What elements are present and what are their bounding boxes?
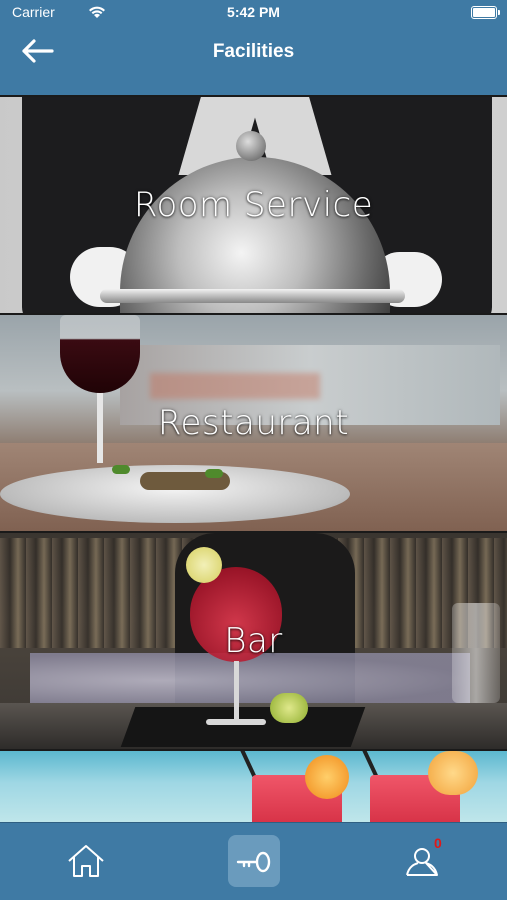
status-time: 5:42 PM	[227, 4, 280, 20]
user-icon[interactable]	[398, 835, 450, 887]
facility-tile-restaurant[interactable]: Restaurant	[0, 313, 507, 531]
facility-tile-cocktails[interactable]	[0, 749, 507, 822]
facility-tile-bar[interactable]: Bar	[0, 531, 507, 749]
facility-tile-room-service[interactable]: Room Service	[0, 95, 507, 313]
page-title: Facilities	[212, 41, 295, 62]
home-icon[interactable]	[60, 835, 112, 887]
facility-label: Room Service	[133, 185, 374, 225]
battery-icon	[471, 6, 500, 19]
facilities-list: Room Service Restaurant Bar	[0, 95, 507, 822]
navigation-bar: Facilities	[0, 26, 507, 95]
app-header: Carrier 5:42 PM Facilities	[0, 0, 507, 95]
facility-label: Restaurant	[157, 403, 350, 443]
facility-label: Bar	[224, 621, 283, 661]
key-icon[interactable]	[228, 835, 280, 887]
notification-badge: 0	[434, 835, 442, 851]
status-bar: Carrier 5:42 PM	[0, 0, 507, 26]
bottom-tab-bar: 0	[0, 822, 507, 900]
